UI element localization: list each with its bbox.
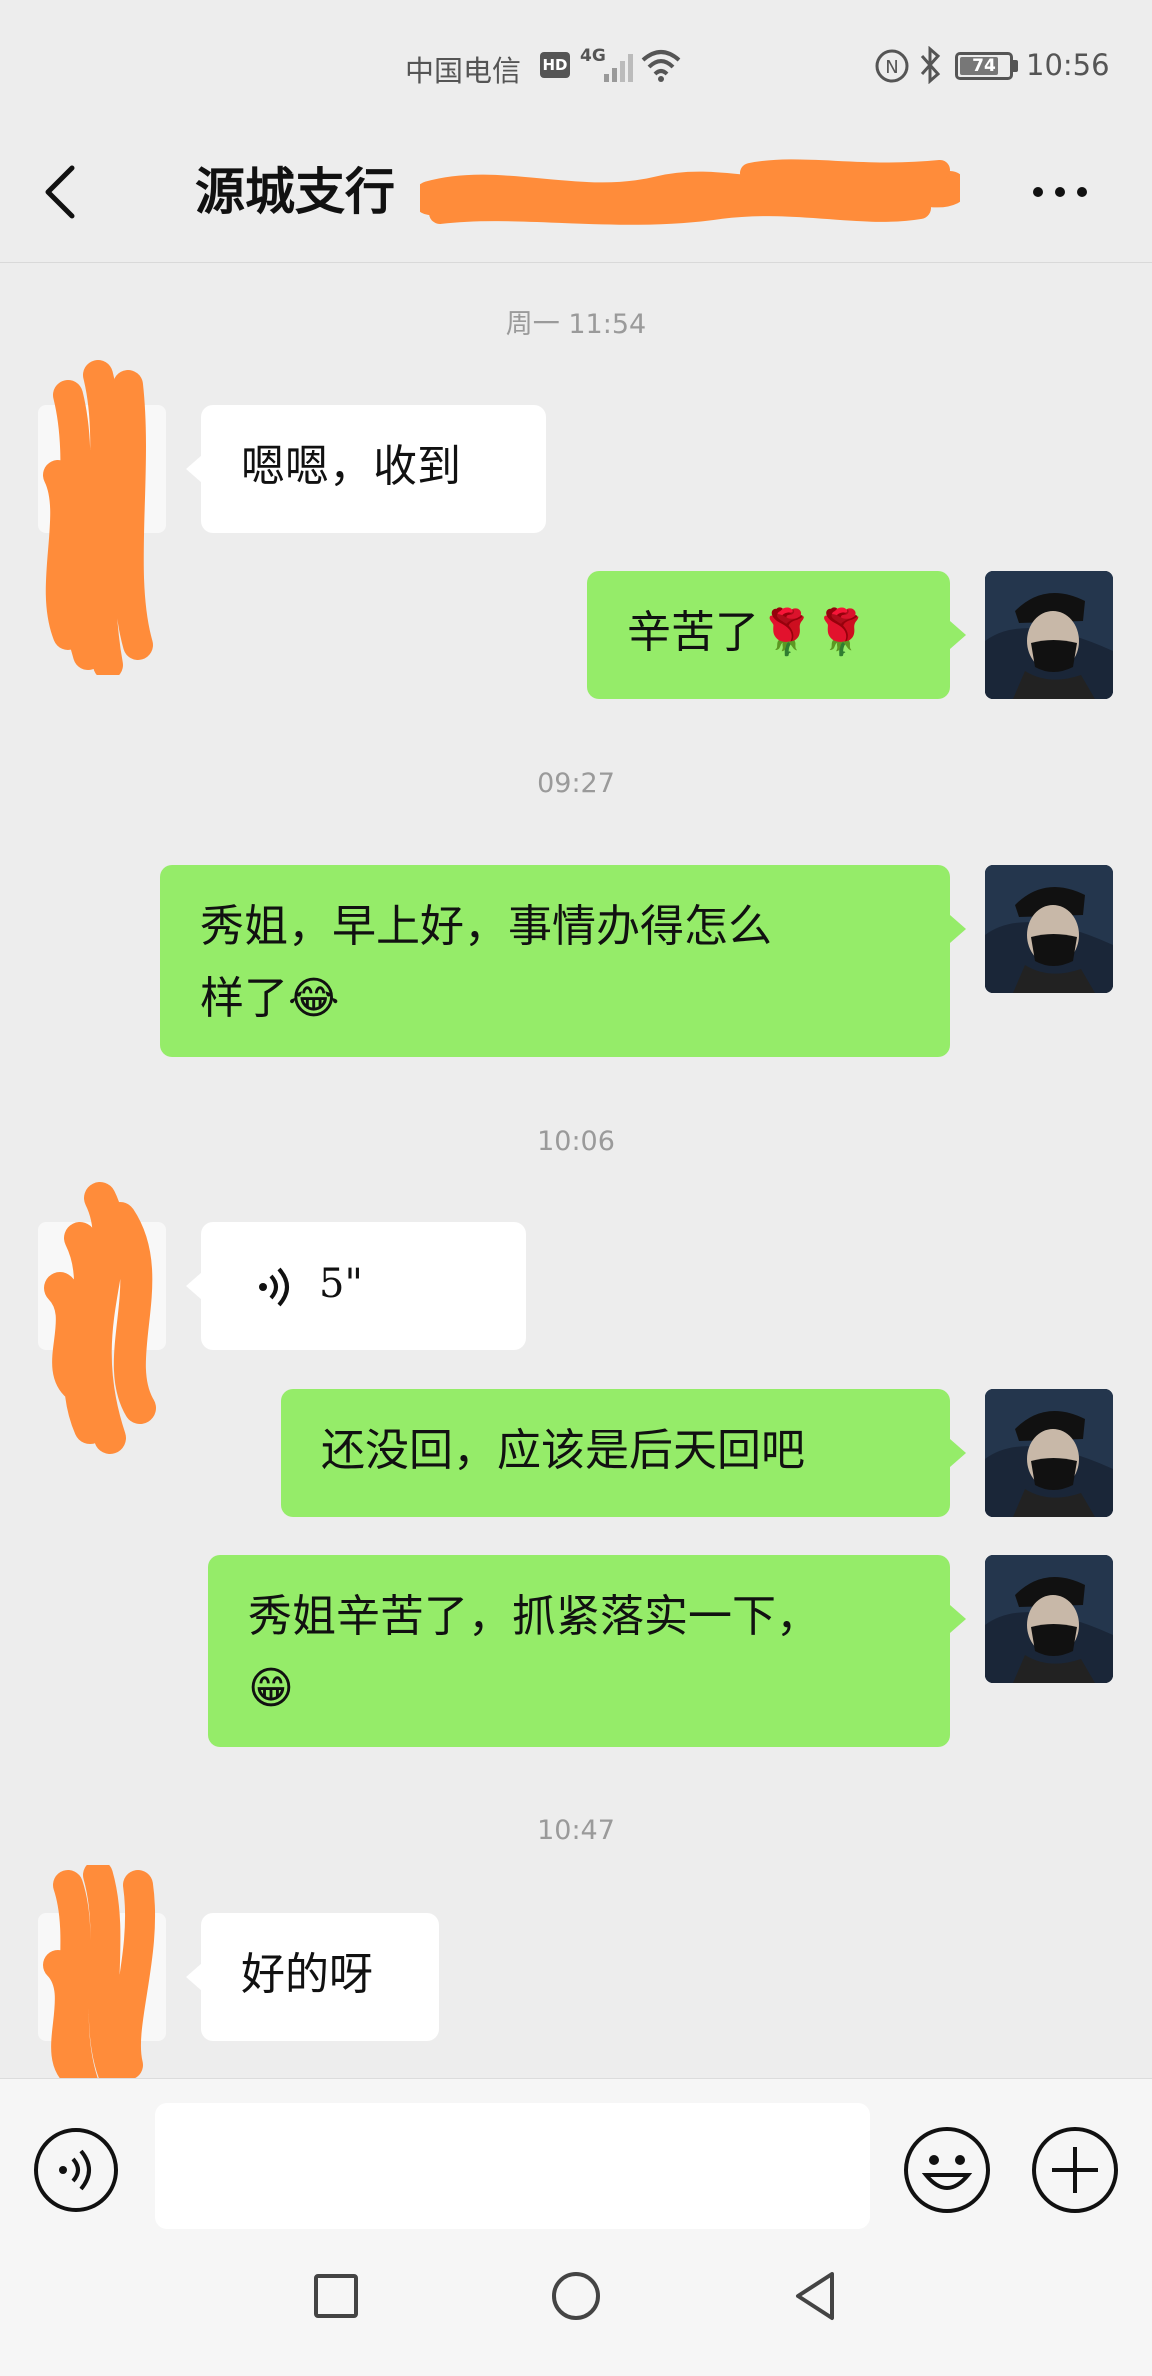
redaction-scribble xyxy=(44,1182,156,1454)
voice-message[interactable]: 5" xyxy=(201,1222,526,1350)
self-avatar[interactable] xyxy=(985,571,1113,699)
voice-input-icon[interactable] xyxy=(33,2127,119,2213)
self-avatar[interactable] xyxy=(985,1389,1113,1517)
message-text-line: 秀姐辛苦了，抓紧落实一下， xyxy=(248,1591,820,1642)
status-bar: 中国电信 HD 4G N 74 10:56 xyxy=(0,0,1152,130)
home-icon[interactable] xyxy=(550,2270,602,2322)
nfc-icon: N xyxy=(875,49,909,83)
chat-timestamp: 09:27 xyxy=(537,768,615,799)
more-options-icon[interactable] xyxy=(1030,182,1090,202)
self-avatar[interactable] xyxy=(985,1555,1113,1683)
message-text: 嗯嗯，收到 xyxy=(241,441,461,492)
bubble-tail xyxy=(950,1605,966,1633)
system-nav-bar xyxy=(0,2246,1152,2376)
rose-emoji: 🌹🌹 xyxy=(759,607,869,658)
bubble-tail xyxy=(950,1439,966,1467)
incoming-message[interactable]: 好的呀 xyxy=(201,1913,439,2041)
battery-level: 74 xyxy=(972,56,996,76)
chat-timestamp: 周一 11:54 xyxy=(505,309,647,340)
bubble-tail xyxy=(186,455,202,483)
chat-title-text: 源城支行 xyxy=(195,162,395,221)
outgoing-message[interactable]: 还没回，应该是后天回吧 xyxy=(281,1389,950,1517)
redaction-scribble xyxy=(420,159,960,225)
profile-avatar-icon xyxy=(985,571,1113,699)
message-text-line: 秀姐，早上好，事情办得怎么 xyxy=(200,901,772,952)
outgoing-message[interactable]: 辛苦了🌹🌹 xyxy=(587,571,950,699)
recent-apps-icon[interactable] xyxy=(312,2272,360,2320)
carrier-label: 中国电信 xyxy=(405,54,522,88)
hd-badge: HD xyxy=(540,52,570,78)
profile-avatar-icon xyxy=(985,865,1113,993)
outgoing-message[interactable]: 秀姐，早上好，事情办得怎么 样了😂 xyxy=(160,865,950,1057)
input-bar xyxy=(0,2078,1152,2247)
chat-header: 源城支行 2 xyxy=(0,130,1152,263)
nav-back-icon[interactable] xyxy=(790,2268,840,2324)
profile-avatar-icon xyxy=(985,1555,1113,1683)
tears-of-joy-emoji: 😂 xyxy=(288,973,340,1024)
voice-duration: 5" xyxy=(319,1261,363,1307)
bubble-tail xyxy=(186,1963,202,1991)
incoming-message[interactable]: 嗯嗯，收到 xyxy=(201,405,546,533)
wifi-icon xyxy=(641,50,681,82)
back-arrow-icon[interactable] xyxy=(40,162,80,222)
message-input[interactable] xyxy=(155,2103,870,2229)
bluetooth-icon xyxy=(920,46,941,84)
emoji-picker-icon[interactable] xyxy=(902,2125,992,2215)
redaction-scribble xyxy=(43,1865,156,2105)
bubble-tail xyxy=(950,915,966,943)
svg-text:N: N xyxy=(885,57,898,78)
voice-wave-icon xyxy=(259,1267,289,1307)
message-text: 辛苦了 xyxy=(627,607,759,658)
message-text: 还没回，应该是后天回吧 xyxy=(321,1425,805,1476)
battery-icon: 74 xyxy=(955,52,1013,80)
outgoing-message[interactable]: 秀姐辛苦了，抓紧落实一下， 😁 xyxy=(208,1555,950,1747)
more-functions-icon[interactable] xyxy=(1030,2125,1120,2215)
battery-cap xyxy=(1013,60,1018,72)
bubble-tail xyxy=(186,1272,202,1300)
status-time: 10:56 xyxy=(1026,48,1110,82)
bubble-tail xyxy=(950,621,966,649)
redaction-scribble xyxy=(43,360,153,675)
profile-avatar-icon xyxy=(985,1389,1113,1517)
message-text: 好的呀 xyxy=(241,1949,373,2000)
chat-timestamp: 10:06 xyxy=(537,1126,615,1157)
chat-timestamp: 10:47 xyxy=(537,1815,615,1846)
self-avatar[interactable] xyxy=(985,865,1113,993)
message-text-line: 样了 xyxy=(200,973,288,1024)
signal-icon xyxy=(604,54,633,82)
grinning-emoji: 😁 xyxy=(248,1663,294,1714)
